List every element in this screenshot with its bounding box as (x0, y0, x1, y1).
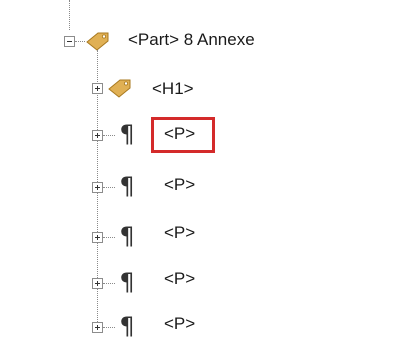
expand-toggle[interactable] (92, 232, 103, 243)
expand-toggle[interactable] (92, 278, 103, 289)
tree-connector (69, 0, 70, 30)
tree-panel (0, 0, 419, 344)
tree-node-label: <P> (164, 175, 196, 194)
tree-node-label: <Part> 8 Annexe (128, 30, 255, 49)
expand-toggle[interactable] (92, 130, 103, 141)
paragraph-icon: ¶ (119, 222, 135, 250)
paragraph-icon: ¶ (119, 172, 135, 200)
tree-node-label: <P> (164, 269, 196, 288)
tree-node-label: <P> (164, 124, 196, 143)
tree-connector (103, 283, 115, 284)
tag-icon (108, 79, 131, 98)
tree-node-label: <P> (164, 223, 196, 242)
expand-toggle[interactable] (92, 322, 103, 333)
structure-tree: <Part> 8 Annexe <H1> ¶ <P> ¶ <P> ¶ <P> ¶… (0, 0, 419, 344)
expand-toggle[interactable] (92, 83, 103, 94)
paragraph-icon: ¶ (119, 312, 135, 340)
expand-toggle[interactable] (92, 182, 103, 193)
paragraph-icon: ¶ (119, 120, 135, 148)
tree-connector (103, 327, 115, 328)
tree-connector (103, 187, 115, 188)
paragraph-icon: ¶ (119, 268, 135, 296)
tree-connector (103, 135, 115, 136)
tree-node-label: <H1> (152, 79, 194, 98)
tag-icon (86, 32, 109, 51)
tree-node-label: <P> (164, 314, 196, 333)
tree-connector (103, 237, 115, 238)
collapse-toggle[interactable] (64, 36, 75, 47)
